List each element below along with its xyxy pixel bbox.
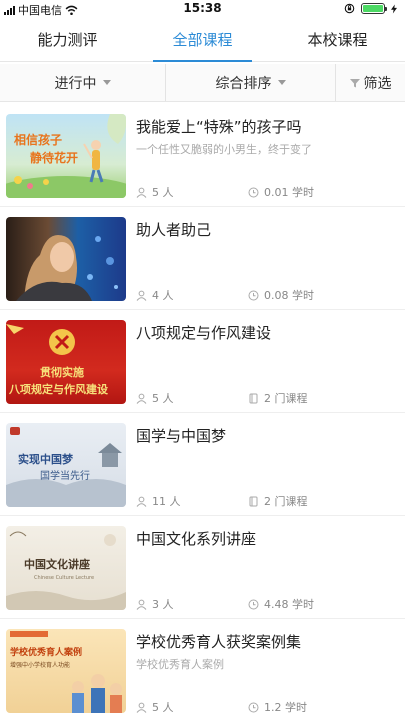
charging-icon	[391, 4, 397, 13]
clock-icon	[248, 187, 259, 197]
clock-icon	[248, 599, 259, 609]
thumbnail-text: 贯彻实施	[40, 365, 84, 379]
course-thumbnail-art: 中国文化讲座 Chinese Culture Lecture	[6, 531, 126, 610]
course-thumbnail-art: 实现中国梦 国学当先行	[6, 427, 126, 507]
course-thumbnail: 相信孩子 静待花开	[6, 114, 126, 198]
course-item[interactable]: 助人者助己 4 人 0.08 学时	[0, 207, 405, 310]
thumbnail-text: 实现中国梦	[18, 452, 74, 466]
learner-count-text: 5 人	[152, 186, 174, 199]
course-thumbnail-art	[16, 235, 118, 301]
course-hours-text: 1.2 学时	[264, 701, 307, 714]
course-count: 2 门课程	[248, 390, 308, 406]
thumbnail-text: 学校优秀育人案例	[10, 646, 82, 658]
book-icon	[249, 393, 258, 403]
battery-icon	[361, 3, 387, 14]
course-thumbnail: 学校优秀育人案例 增强中小学校育人功能	[6, 629, 126, 713]
course-item[interactable]: 贯彻实施 八项规定与作风建设 八项规定与作风建设 5 人 2 门课程	[0, 310, 405, 413]
course-hours: 4.48 学时	[248, 596, 314, 612]
course-title: 中国文化系列讲座	[136, 530, 257, 548]
sort-dropdown[interactable]: 综合排序	[165, 64, 335, 101]
course-title: 国学与中国梦	[136, 427, 227, 445]
course-thumbnail: 贯彻实施 八项规定与作风建设	[6, 320, 126, 404]
learner-count-text: 5 人	[152, 392, 174, 405]
tab-all-courses[interactable]: 全部课程	[135, 20, 270, 62]
filter-button[interactable]: 筛选	[335, 64, 405, 101]
learner-count: 4 人	[136, 287, 174, 303]
thumbnail-text: 静待花开	[30, 150, 78, 165]
course-title: 助人者助己	[136, 221, 212, 239]
course-item[interactable]: 相信孩子 静待花开 我能爱上“特殊”的孩子吗 一个任性又脆弱的小男生，终于变了 …	[0, 104, 405, 207]
person-icon	[136, 496, 147, 507]
course-thumbnail: 实现中国梦 国学当先行	[6, 423, 126, 507]
tab-ability-assessment[interactable]: 能力测评	[0, 20, 135, 61]
course-thumbnail-art: 相信孩子 静待花开	[6, 114, 126, 198]
thumbnail-text: 增强中小学校育人功能	[10, 661, 70, 669]
course-title: 学校优秀育人获奖案例集	[136, 633, 302, 651]
course-count-text: 2 门课程	[264, 495, 308, 508]
course-count-text: 2 门课程	[264, 392, 308, 405]
course-count: 2 门课程	[248, 493, 308, 509]
course-item[interactable]: 实现中国梦 国学当先行 国学与中国梦 11 人 2 门课程	[0, 413, 405, 516]
course-thumbnail: 中国文化讲座 Chinese Culture Lecture	[6, 526, 126, 610]
course-subtitle: 一个任性又脆弱的小男生，终于变了	[136, 143, 312, 156]
status-bar: 中国电信 15:38	[0, 0, 405, 18]
course-subtitle: 学校优秀育人案例	[136, 658, 224, 671]
learner-count-text: 5 人	[152, 701, 174, 714]
person-icon	[136, 290, 147, 301]
learner-count: 5 人	[136, 699, 174, 715]
learner-count: 3 人	[136, 596, 174, 612]
course-item[interactable]: 学校优秀育人案例 增强中小学校育人功能 学校优秀育人获奖案例集 学校优秀育人案例…	[0, 619, 405, 720]
person-icon	[136, 702, 147, 713]
course-thumbnail-art: 学校优秀育人案例 增强中小学校育人功能	[10, 631, 122, 713]
course-thumbnail-art: 贯彻实施 八项规定与作风建设	[6, 324, 109, 396]
orientation-lock-icon	[344, 3, 355, 14]
thumbnail-text: Chinese Culture Lecture	[34, 575, 94, 581]
course-tabs: 能力测评 全部课程 本校课程	[0, 20, 405, 62]
status-right	[344, 3, 397, 14]
learner-count-text: 4 人	[152, 289, 174, 302]
status-dropdown[interactable]: 进行中	[0, 64, 165, 101]
course-hours: 0.08 学时	[248, 287, 314, 303]
funnel-icon	[349, 78, 360, 87]
course-hours: 1.2 学时	[248, 699, 307, 715]
course-item[interactable]: 中国文化讲座 Chinese Culture Lecture 中国文化系列讲座 …	[0, 516, 405, 619]
course-title: 八项规定与作风建设	[136, 324, 272, 342]
course-hours-text: 4.48 学时	[264, 598, 314, 611]
thumbnail-text: 相信孩子	[14, 132, 62, 147]
thumbnail-text: 中国文化讲座	[24, 557, 90, 571]
caret-down-icon	[102, 80, 111, 85]
book-icon	[249, 496, 258, 506]
course-hours-text: 0.08 学时	[264, 289, 314, 302]
person-icon	[136, 599, 147, 610]
filter-button-label: 筛选	[363, 75, 392, 92]
course-hours-text: 0.01 学时	[264, 186, 314, 199]
status-dropdown-label: 进行中	[54, 75, 97, 92]
learner-count-text: 11 人	[152, 495, 181, 508]
caret-down-icon	[277, 80, 286, 85]
person-icon	[136, 187, 147, 198]
course-hours: 0.01 学时	[248, 184, 314, 200]
learner-count: 11 人	[136, 493, 181, 509]
filter-bar: 进行中 综合排序 筛选	[0, 64, 405, 102]
learner-count: 5 人	[136, 390, 174, 406]
learner-count-text: 3 人	[152, 598, 174, 611]
thumbnail-text: 国学当先行	[40, 469, 90, 482]
thumbnail-text: 八项规定与作风建设	[8, 382, 109, 396]
course-list: 相信孩子 静待花开 我能爱上“特殊”的孩子吗 一个任性又脆弱的小男生，终于变了 …	[0, 104, 405, 720]
sort-dropdown-label: 综合排序	[215, 75, 272, 92]
tab-school-courses[interactable]: 本校课程	[270, 20, 405, 61]
course-title: 我能爱上“特殊”的孩子吗	[136, 118, 302, 136]
clock-icon	[248, 290, 259, 300]
course-thumbnail	[6, 217, 126, 301]
clock-icon	[248, 702, 259, 712]
person-icon	[136, 393, 147, 404]
learner-count: 5 人	[136, 184, 174, 200]
